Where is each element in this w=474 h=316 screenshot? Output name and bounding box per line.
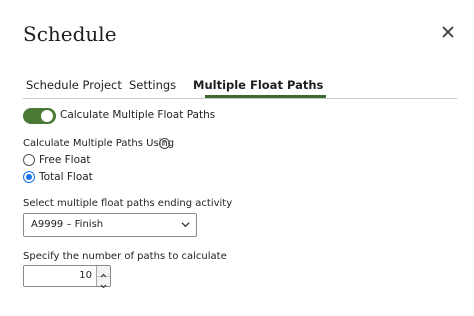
toggle-label: Calculate Multiple Float Paths [60,109,216,121]
ending-activity-label: Select multiple float paths ending activ… [23,198,233,209]
calculate-multiple-float-paths-toggle[interactable] [23,108,56,124]
help-icon[interactable]: ? [159,138,170,149]
stepper-buttons [96,266,110,289]
active-tab-indicator [205,95,326,98]
paths-count-label: Specify the number of paths to calculate [23,251,227,262]
paths-using-label: Calculate Multiple Paths Using [23,138,175,149]
free-float-radio[interactable] [23,154,35,166]
ending-activity-select[interactable]: A9999 – Finish [23,213,197,237]
tab-settings[interactable]: Settings [129,78,176,92]
toggle-knob [41,110,53,122]
tab-multiple-float-paths[interactable]: Multiple Float Paths [193,78,323,92]
total-float-radio[interactable] [23,171,35,183]
tab-bar: Schedule Project Settings Multiple Float… [23,72,457,99]
decrement-button[interactable] [97,276,110,289]
free-float-label: Free Float [39,154,91,166]
paths-count-value: 10 [79,270,92,281]
chevron-down-icon [100,284,107,289]
total-float-label: Total Float [39,171,93,183]
dialog-title: Schedule [23,22,117,46]
tab-schedule-project[interactable]: Schedule Project [26,78,122,92]
close-icon[interactable] [440,24,456,40]
paths-count-stepper[interactable]: 10 [23,265,111,289]
chevron-down-icon [181,222,190,228]
ending-activity-value: A9999 – Finish [31,219,104,230]
